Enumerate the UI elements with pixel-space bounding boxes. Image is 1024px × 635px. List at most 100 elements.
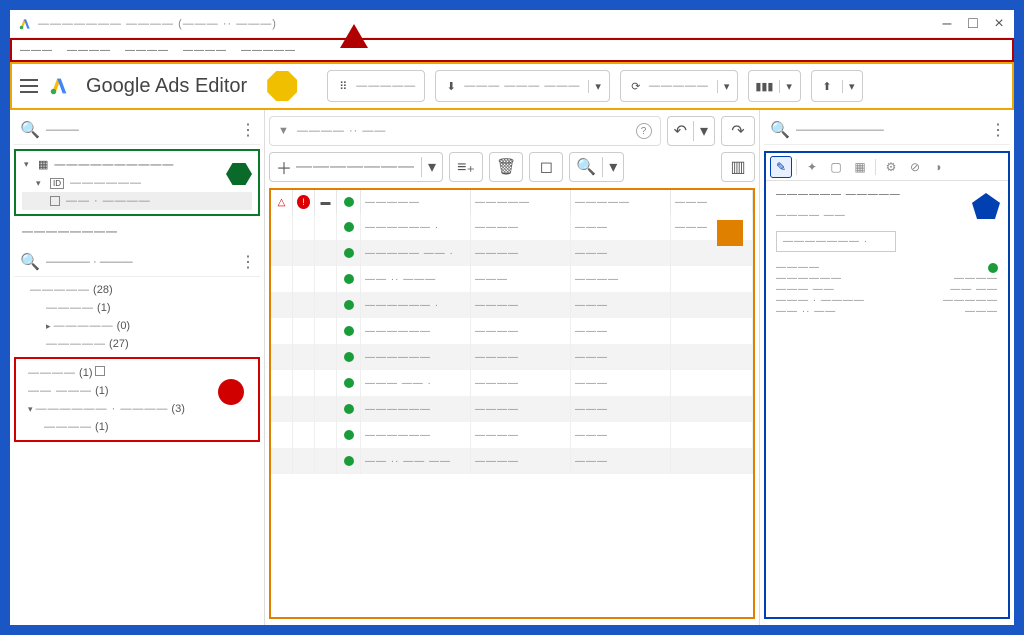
- table-row[interactable]: ——— —— ·———————: [271, 370, 753, 396]
- gear-icon: ⚙: [886, 160, 897, 174]
- edit-field[interactable]: ——————— ·: [776, 231, 896, 252]
- sidebar-item[interactable]: ————— (27): [14, 335, 260, 353]
- col-header[interactable]: ———: [671, 190, 753, 214]
- more-icon[interactable]: ⋮: [990, 120, 1004, 140]
- warning-icon: △: [278, 197, 286, 208]
- grid-icon: ▦: [38, 158, 48, 171]
- redo-button[interactable]: ↷: [721, 116, 755, 146]
- plus-icon: ＋: [276, 155, 292, 179]
- replace-icon: ◻: [540, 157, 553, 177]
- edit-property-row: —— ·· —————: [776, 306, 998, 317]
- list-icon: ≡₊: [457, 157, 475, 177]
- col-header[interactable]: —————: [471, 190, 571, 214]
- sidebar-filter-input[interactable]: [46, 256, 234, 268]
- sidebar-item[interactable]: ▾ —————— · ———— (3): [22, 400, 252, 418]
- undo-icon: ↶: [674, 121, 687, 141]
- pencil-icon: ✎: [776, 160, 786, 174]
- tab-square[interactable]: ▢: [825, 156, 847, 178]
- sidebar-item[interactable]: ▸ ————— (0): [14, 317, 260, 335]
- more-icon[interactable]: ⋮: [240, 120, 254, 140]
- menu-item[interactable]: —————: [241, 45, 296, 56]
- edit-search-input[interactable]: [796, 124, 984, 136]
- sidebar-item[interactable]: ————— (28): [14, 281, 260, 299]
- zoom-button[interactable]: 🔍▾: [569, 152, 624, 182]
- chevron-down-icon: ▾: [717, 80, 730, 93]
- help-icon[interactable]: ?: [636, 123, 652, 139]
- more-icon[interactable]: ⋮: [240, 252, 254, 272]
- tab-tag[interactable]: ◗: [928, 156, 950, 178]
- filter-icon: ▼: [278, 125, 289, 137]
- main-toolbar: Google Ads Editor ⠿ ————— ⬇ ——— ——— ——— …: [10, 62, 1014, 110]
- col-status[interactable]: [337, 190, 361, 214]
- refresh-button[interactable]: ⟳ ————— ▾: [620, 70, 739, 102]
- replace-button[interactable]: ◻: [529, 152, 563, 182]
- tree-row[interactable]: —— · ————: [22, 192, 252, 210]
- hamburger-icon[interactable]: [20, 79, 38, 93]
- undo-button[interactable]: ↶▾: [667, 116, 715, 146]
- table-row[interactable]: —————————————: [271, 422, 753, 448]
- tab-grid[interactable]: ▦: [849, 156, 871, 178]
- tab-edit[interactable]: ✎: [770, 156, 792, 178]
- upload-button[interactable]: ⬆ ▾: [811, 70, 864, 102]
- menu-item[interactable]: ———: [20, 45, 53, 56]
- edit-property-row: ————: [776, 262, 998, 273]
- tree-row[interactable]: ▾ ID ——————: [22, 174, 252, 192]
- square-icon: ▢: [830, 160, 841, 174]
- tab-link[interactable]: ⊘: [904, 156, 926, 178]
- bulk-edit-button[interactable]: ≡₊: [449, 152, 483, 182]
- table-row[interactable]: —————————————: [271, 344, 753, 370]
- maximize-button[interactable]: □: [966, 17, 980, 31]
- menu-item[interactable]: ————: [125, 45, 169, 56]
- stats-button[interactable]: ▮▮▮ ▾: [748, 70, 801, 102]
- table-row[interactable]: ————— —— ·———————: [271, 240, 753, 266]
- status-dot-icon: [344, 197, 354, 207]
- tab-wand[interactable]: ✦: [801, 156, 823, 178]
- accounts-button[interactable]: ⠿ —————: [327, 70, 425, 102]
- table-row[interactable]: —— ·· —— —————————: [271, 448, 753, 474]
- table-row[interactable]: —— ·· ——————————: [271, 266, 753, 292]
- table-row[interactable]: —————————————: [271, 396, 753, 422]
- delete-button[interactable]: 🗑: [489, 152, 523, 182]
- app-window: ——————— ———— (——— ·· ———) – □ × ——— ————…: [10, 10, 1014, 625]
- filter-bar[interactable]: ▼ ———— ·· —— ?: [269, 116, 661, 146]
- minimize-button[interactable]: –: [940, 17, 954, 31]
- edit-panel: 🔍 ⋮ ✎ ✦ ▢ ▦ ⚙ ⊘ ◗ —————— —————: [759, 110, 1014, 625]
- menu-item[interactable]: ————: [67, 45, 111, 56]
- table-row[interactable]: —————— ·——————————: [271, 214, 753, 240]
- table-row[interactable]: —————————————: [271, 318, 753, 344]
- col-header[interactable]: —————: [361, 190, 471, 214]
- sidebar-item[interactable]: ———— (1): [14, 299, 260, 317]
- close-button[interactable]: ×: [992, 17, 1006, 31]
- col-warning[interactable]: △: [271, 190, 293, 214]
- status-dot-icon: [344, 274, 354, 284]
- app-title: Google Ads Editor: [86, 75, 247, 98]
- col-header[interactable]: —————: [571, 190, 671, 214]
- redo-icon: ↷: [731, 121, 744, 141]
- sidebar-item[interactable]: ———— (1): [22, 418, 252, 436]
- table-row[interactable]: —————— ·———————: [271, 292, 753, 318]
- edit-property-row: ——— · —————————: [776, 295, 998, 306]
- download-button[interactable]: ⬇ ——— ——— ——— ▾: [435, 70, 610, 102]
- edit-panel-body: ✎ ✦ ▢ ▦ ⚙ ⊘ ◗ —————— ————— ———— —— —————…: [764, 151, 1010, 619]
- col-error[interactable]: !: [293, 190, 315, 214]
- chevron-down-icon: ▾: [842, 80, 855, 93]
- sidebar-item[interactable]: ———— (1): [22, 363, 252, 382]
- edit-property-row: ——————————: [776, 273, 998, 284]
- tree-row[interactable]: ▾ ▦ ——————————: [22, 155, 252, 174]
- account-tree: ▾ ▦ —————————— ▾ ID —————— —— · ————: [14, 149, 260, 216]
- status-dot-icon: [344, 222, 354, 232]
- status-dot-icon: [988, 263, 998, 273]
- tab-settings[interactable]: ⚙: [880, 156, 902, 178]
- app-logo-icon: [18, 17, 32, 31]
- comment-icon: ▬: [321, 197, 331, 208]
- sidebar-search-input[interactable]: [46, 124, 234, 136]
- menu-item[interactable]: ————: [183, 45, 227, 56]
- add-button[interactable]: ＋———————▾: [269, 152, 443, 182]
- search-icon: 🔍: [770, 120, 790, 140]
- property-label: ——— ——: [776, 284, 835, 295]
- caret-icon: ▾: [24, 159, 32, 170]
- columns-button[interactable]: ▥: [721, 152, 755, 182]
- copy-icon: [50, 196, 60, 206]
- col-comment[interactable]: ▬: [315, 190, 337, 214]
- edit-subheading: ———— ——: [776, 210, 998, 221]
